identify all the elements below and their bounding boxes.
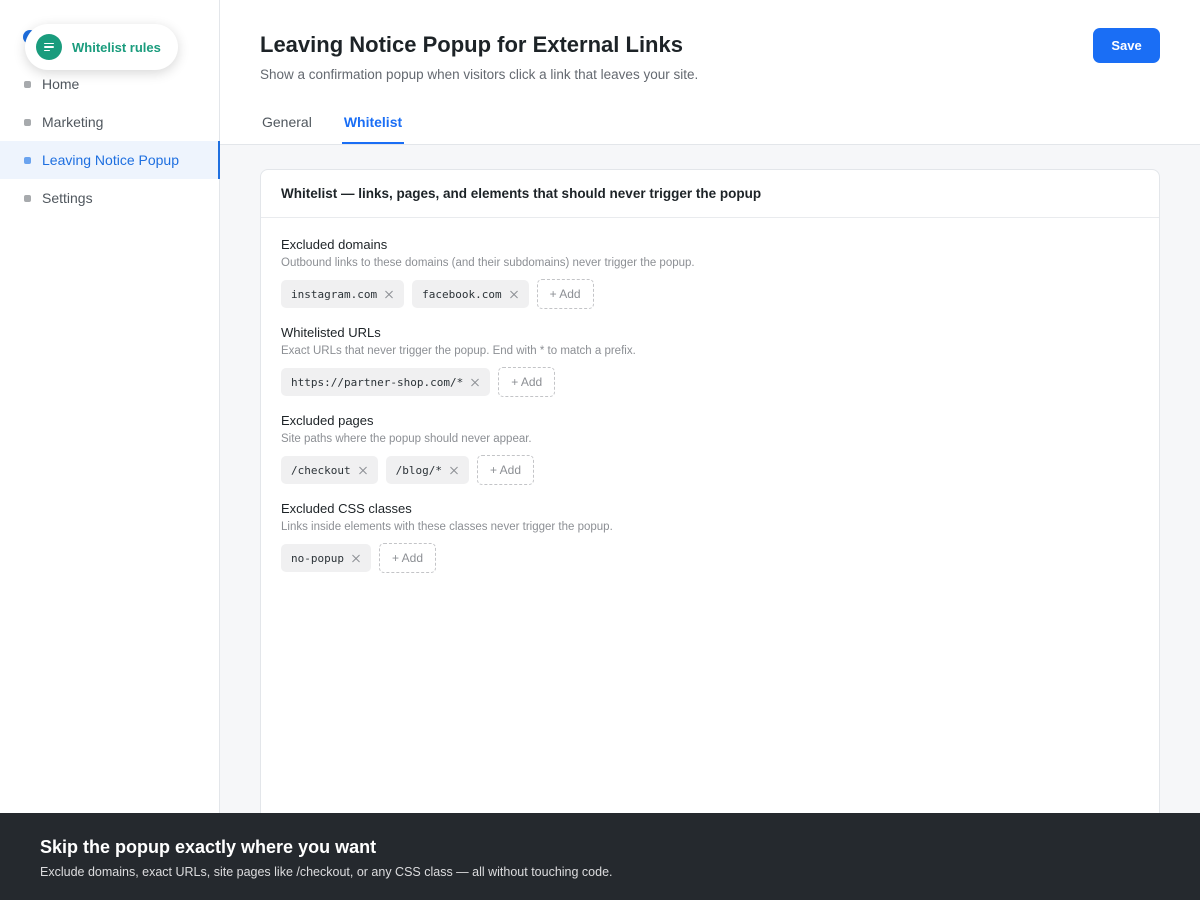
sidebar-item-home[interactable]: Home bbox=[0, 65, 219, 103]
add-url-button[interactable]: + Add bbox=[498, 367, 556, 397]
page-chip: /blog/* bbox=[385, 456, 469, 484]
remove-icon[interactable] bbox=[383, 288, 395, 300]
section-title: Excluded domains bbox=[281, 237, 388, 252]
section-title: Whitelisted URLs bbox=[281, 325, 381, 340]
chip-list: no-popup + Add bbox=[281, 543, 1139, 573]
tab-bar: General Whitelist bbox=[260, 114, 405, 144]
sidebar-nav: Home Marketing Leaving Notice Popup Sett… bbox=[0, 65, 221, 217]
tab-general[interactable]: General bbox=[262, 114, 312, 144]
section-description: Site paths where the popup should never … bbox=[281, 433, 532, 445]
bullet-icon bbox=[24, 156, 31, 164]
card-title: Whitelist — links, pages, and elements t… bbox=[261, 170, 1159, 218]
section-title: Excluded CSS classes bbox=[281, 501, 412, 516]
whitelist-card: Whitelist — links, pages, and elements t… bbox=[260, 169, 1160, 829]
main-content: Leaving Notice Popup for External Links … bbox=[220, 0, 1200, 829]
sidebar-item-label: Home bbox=[42, 76, 80, 92]
remove-icon[interactable] bbox=[469, 376, 481, 388]
page-title: Leaving Notice Popup for External Links bbox=[260, 32, 683, 57]
chip-list: instagram.com facebook.com + Add bbox=[281, 279, 1139, 309]
page-chip: /checkout bbox=[281, 456, 378, 484]
bullet-icon bbox=[24, 194, 31, 202]
footer-subtitle: Exclude domains, exact URLs, site pages … bbox=[40, 865, 613, 879]
sidebar-item-label: Leaving Notice Popup bbox=[42, 152, 179, 168]
add-css-class-button[interactable]: + Add bbox=[378, 543, 437, 573]
add-domain-button[interactable]: + Add bbox=[536, 279, 594, 309]
save-button[interactable]: Save bbox=[1093, 28, 1160, 63]
excluded-domains-section: Excluded domains Outbound links to these… bbox=[281, 237, 1139, 309]
sidebar-item-marketing[interactable]: Marketing bbox=[0, 103, 219, 141]
css-class-chip: no-popup bbox=[281, 544, 371, 572]
url-chip: https://partner-shop.com/* bbox=[281, 368, 491, 396]
add-page-button[interactable]: + Add bbox=[476, 455, 534, 485]
domain-chip: facebook.com bbox=[412, 280, 529, 308]
chip-label: /checkout bbox=[291, 463, 351, 477]
footer-title: Skip the popup exactly where you want bbox=[40, 837, 377, 857]
bullet-icon bbox=[24, 118, 31, 126]
chip-list: https://partner-shop.com/* + Add bbox=[281, 367, 1139, 397]
list-icon bbox=[36, 34, 62, 60]
sidebar-item-leaving-notice-popup[interactable]: Leaving Notice Popup bbox=[0, 141, 221, 179]
chip-list: /checkout /blog/* + Add bbox=[281, 455, 1139, 485]
sidebar: Home Marketing Leaving Notice Popup Sett… bbox=[0, 0, 221, 813]
section-description: Links inside elements with these classes… bbox=[281, 521, 613, 533]
chip-label: no-popup bbox=[291, 551, 344, 565]
chip-label: instagram.com bbox=[291, 287, 378, 301]
chip-label: facebook.com bbox=[422, 287, 502, 301]
sidebar-item-settings[interactable]: Settings bbox=[0, 179, 219, 217]
excluded-css-classes-section: Excluded CSS classes Links inside elemen… bbox=[281, 501, 1139, 573]
tooltip-label: Whitelist rules bbox=[72, 39, 161, 55]
bullet-icon bbox=[24, 80, 31, 88]
whitelisted-urls-section: Whitelisted URLs Exact URLs that never t… bbox=[281, 325, 1139, 397]
section-description: Outbound links to these domains (and the… bbox=[281, 257, 695, 269]
remove-icon[interactable] bbox=[508, 288, 520, 300]
section-description: Exact URLs that never trigger the popup.… bbox=[281, 345, 636, 357]
whitelist-rules-tooltip: Whitelist rules bbox=[25, 24, 178, 70]
chip-label: https://partner-shop.com/* bbox=[291, 375, 464, 389]
remove-icon[interactable] bbox=[350, 552, 362, 564]
sidebar-item-label: Marketing bbox=[42, 114, 104, 130]
promo-footer: Skip the popup exactly where you want Ex… bbox=[0, 813, 1200, 900]
excluded-pages-section: Excluded pages Site paths where the popu… bbox=[281, 413, 1139, 485]
tab-whitelist[interactable]: Whitelist bbox=[341, 114, 405, 144]
page-header: Leaving Notice Popup for External Links … bbox=[220, 0, 1200, 145]
domain-chip: instagram.com bbox=[281, 280, 405, 308]
remove-icon[interactable] bbox=[357, 464, 369, 476]
remove-icon[interactable] bbox=[448, 464, 460, 476]
card-body: Excluded domains Outbound links to these… bbox=[261, 218, 1159, 573]
page-subtitle: Show a confirmation popup when visitors … bbox=[260, 67, 699, 82]
sidebar-item-label: Settings bbox=[42, 190, 93, 206]
section-title: Excluded pages bbox=[281, 413, 374, 428]
chip-label: /blog/* bbox=[395, 463, 442, 477]
